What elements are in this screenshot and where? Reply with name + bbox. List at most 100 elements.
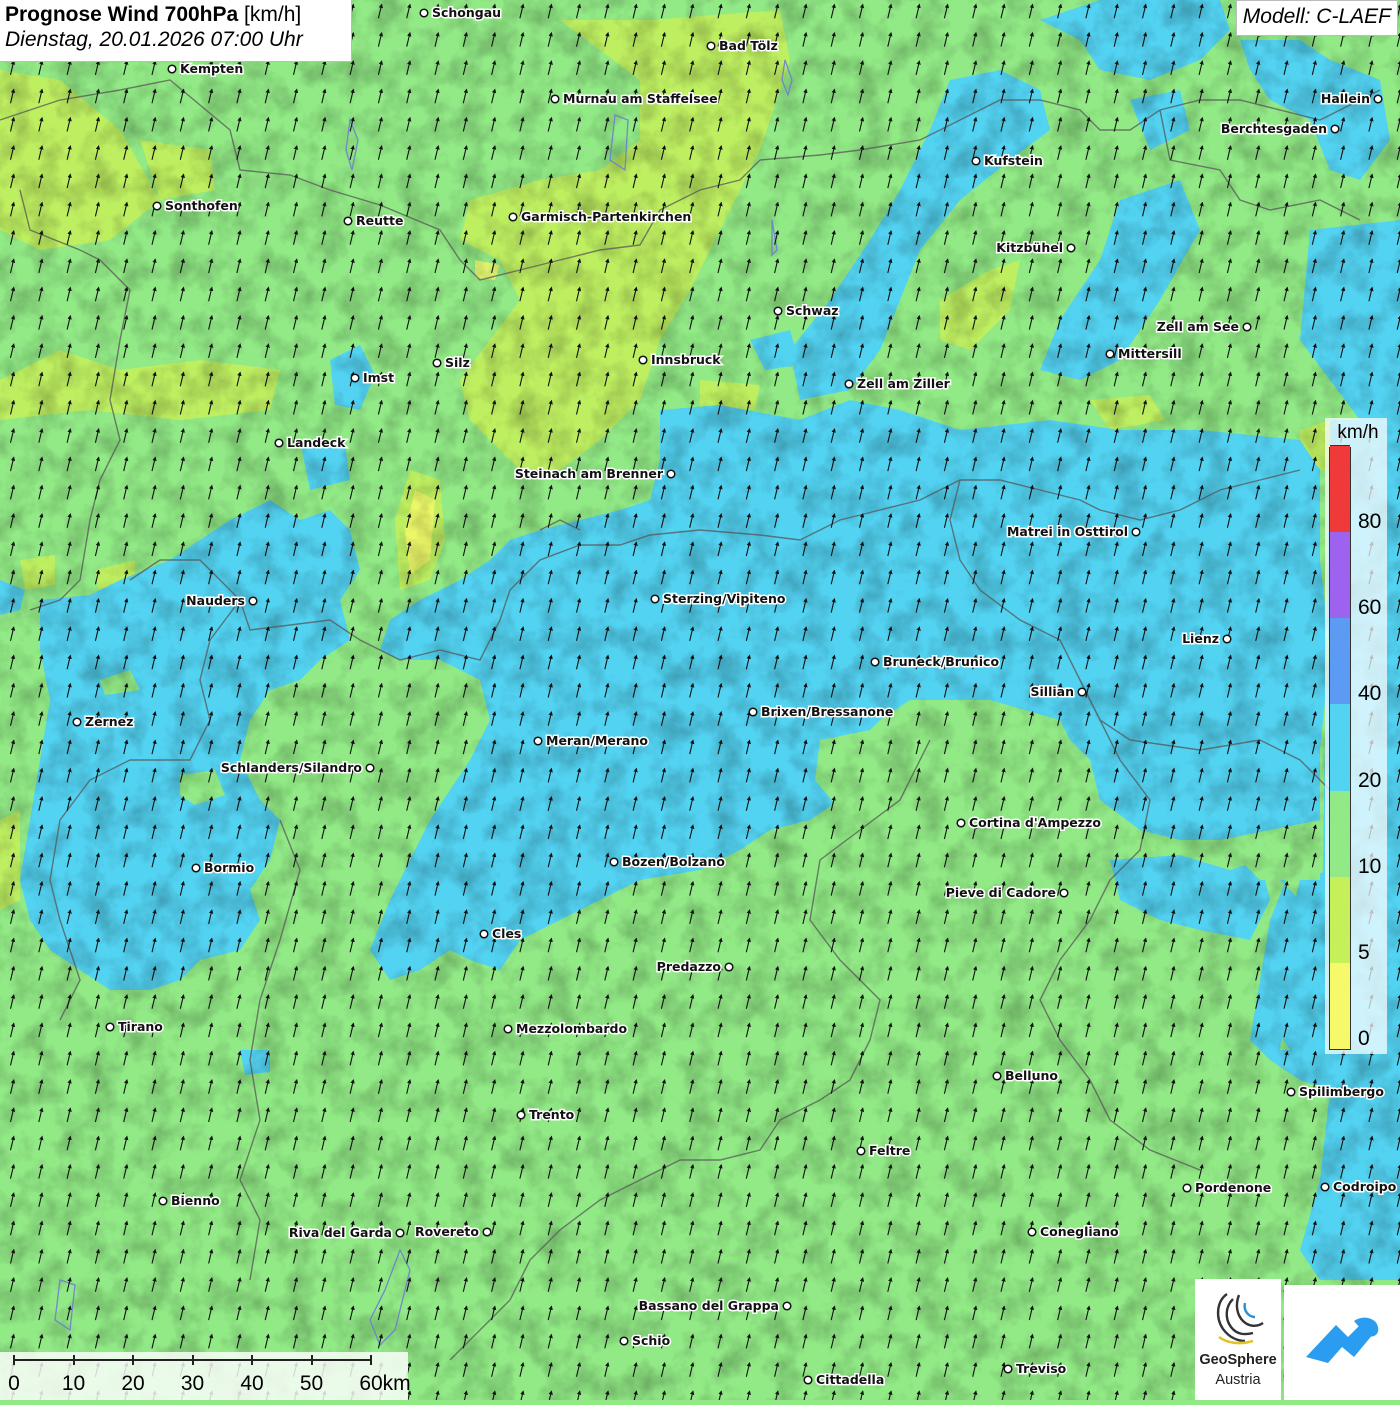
city-label: Trento <box>529 1107 575 1122</box>
scale-label: 30 <box>181 1373 204 1394</box>
legend-swatch <box>1330 617 1350 704</box>
city-marker-icon <box>993 1072 1001 1080</box>
legend-tick-label: 5 <box>1358 942 1370 963</box>
scale-label: 10 <box>62 1373 85 1394</box>
city-label: Feltre <box>869 1143 910 1158</box>
scale-tick <box>13 1355 15 1365</box>
city-marker-icon <box>957 819 965 827</box>
geosphere-logo-text: GeoSphere <box>1195 1352 1281 1368</box>
city-label: Landeck <box>287 435 346 450</box>
city-label: Cortina d'Ampezzo <box>969 815 1101 830</box>
city-marker-icon <box>1067 244 1075 252</box>
city-label: Sterzing/Vipiteno <box>663 591 786 606</box>
legend-tick-label: 40 <box>1358 683 1381 704</box>
city-label: Cittadella <box>816 1372 884 1387</box>
city-label: Reutte <box>356 213 403 228</box>
city-marker-icon <box>483 1228 491 1236</box>
city-marker-icon <box>651 595 659 603</box>
color-legend: km/h 051020406080 <box>1325 418 1387 1054</box>
city-marker-icon <box>1078 688 1086 696</box>
city-marker-icon <box>1374 95 1382 103</box>
map-subtitle: Dienstag, 20.01.2026 07:00 Uhr <box>5 28 346 52</box>
city-marker-icon <box>725 963 733 971</box>
city-marker-icon <box>1321 1183 1329 1191</box>
city-label: Garmisch-Partenkirchen <box>521 209 691 224</box>
city-marker-icon <box>509 213 517 221</box>
city-marker-icon <box>249 597 257 605</box>
city-marker-icon <box>551 95 559 103</box>
city-label: Kitzbühel <box>996 240 1063 255</box>
city-label: Sillian <box>1031 684 1074 699</box>
city-marker-icon <box>749 708 757 716</box>
city-marker-icon <box>1004 1365 1012 1373</box>
city-marker-icon <box>972 157 980 165</box>
city-label: Cles <box>492 926 521 941</box>
scale-tick <box>251 1355 253 1365</box>
legend-swatch <box>1330 876 1350 963</box>
legend-tick-label: 20 <box>1358 770 1381 791</box>
city-marker-icon <box>106 1023 114 1031</box>
city-marker-icon <box>707 42 715 50</box>
legend-swatch <box>1330 531 1350 618</box>
legend-tick-label: 0 <box>1358 1028 1370 1049</box>
app-logo[interactable] <box>1284 1285 1400 1400</box>
city-label: Riva del Garda <box>289 1225 392 1240</box>
city-marker-icon <box>351 374 359 382</box>
city-label: Brixen/Bressanone <box>761 704 893 719</box>
legend-colorbar <box>1329 447 1351 1050</box>
city-marker-icon <box>1060 889 1068 897</box>
city-label: Bruneck/Brunico <box>883 654 999 669</box>
city-label: Zernez <box>85 714 133 729</box>
city-marker-icon <box>344 217 352 225</box>
city-marker-icon <box>667 470 675 478</box>
city-label: Hallein <box>1321 91 1370 106</box>
title-panel: Prognose Wind 700hPa [km/h] Dienstag, 20… <box>0 0 352 62</box>
city-marker-icon <box>1287 1088 1295 1096</box>
city-marker-icon <box>534 737 542 745</box>
city-label: Schwaz <box>786 303 839 318</box>
geosphere-logo[interactable]: GeoSphere Austria <box>1195 1279 1281 1400</box>
city-label: Mittersill <box>1118 346 1182 361</box>
city-label: Bassano del Grappa <box>639 1298 779 1313</box>
city-marker-icon <box>845 380 853 388</box>
city-label: Imst <box>363 370 394 385</box>
city-label: Conegliano <box>1040 1224 1119 1239</box>
scale-tick <box>73 1355 75 1365</box>
city-marker-icon <box>639 356 647 364</box>
legend-tick-label: 10 <box>1358 856 1381 877</box>
city-marker-icon <box>804 1376 812 1384</box>
city-marker-icon <box>1132 528 1140 536</box>
city-label: Codroipo <box>1333 1179 1397 1194</box>
city-label: Schio <box>632 1333 671 1348</box>
city-label: Mezzolombardo <box>516 1021 627 1036</box>
scale-label: 50 <box>300 1373 323 1394</box>
city-marker-icon <box>517 1111 525 1119</box>
city-label: Kufstein <box>984 153 1043 168</box>
geosphere-logo-icon <box>1209 1289 1267 1347</box>
city-label: Nauders <box>186 593 245 608</box>
city-label: Murnau am Staffelsee <box>563 91 718 106</box>
app-logo-icon <box>1284 1285 1400 1400</box>
city-label: Bozen/Bolzano <box>622 854 725 869</box>
city-label: Innsbruck <box>651 352 721 367</box>
city-label: Belluno <box>1005 1068 1058 1083</box>
city-label: Predazzo <box>657 959 722 974</box>
scale-label: 60km <box>359 1373 410 1394</box>
city-marker-icon <box>1183 1184 1191 1192</box>
map-title-unit: [km/h] <box>244 3 301 26</box>
city-label: Zell am Ziller <box>857 376 951 391</box>
legend-swatch <box>1330 445 1350 532</box>
map-title-main: Prognose Wind 700hPa <box>5 3 238 26</box>
city-marker-icon <box>1331 125 1339 133</box>
city-label: Spilimbergo <box>1299 1084 1384 1099</box>
city-label: Kempten <box>180 61 243 76</box>
map-title: Prognose Wind 700hPa [km/h] <box>5 3 346 27</box>
scale-tick <box>192 1355 194 1365</box>
city-marker-icon <box>1106 350 1114 358</box>
scale-label: 40 <box>240 1373 263 1394</box>
city-label: Steinach am Brenner <box>515 466 664 481</box>
legend-tick-label: 80 <box>1358 511 1381 532</box>
city-label: Sonthofen <box>165 198 238 213</box>
city-marker-icon <box>610 858 618 866</box>
scale-label: 20 <box>121 1373 144 1394</box>
